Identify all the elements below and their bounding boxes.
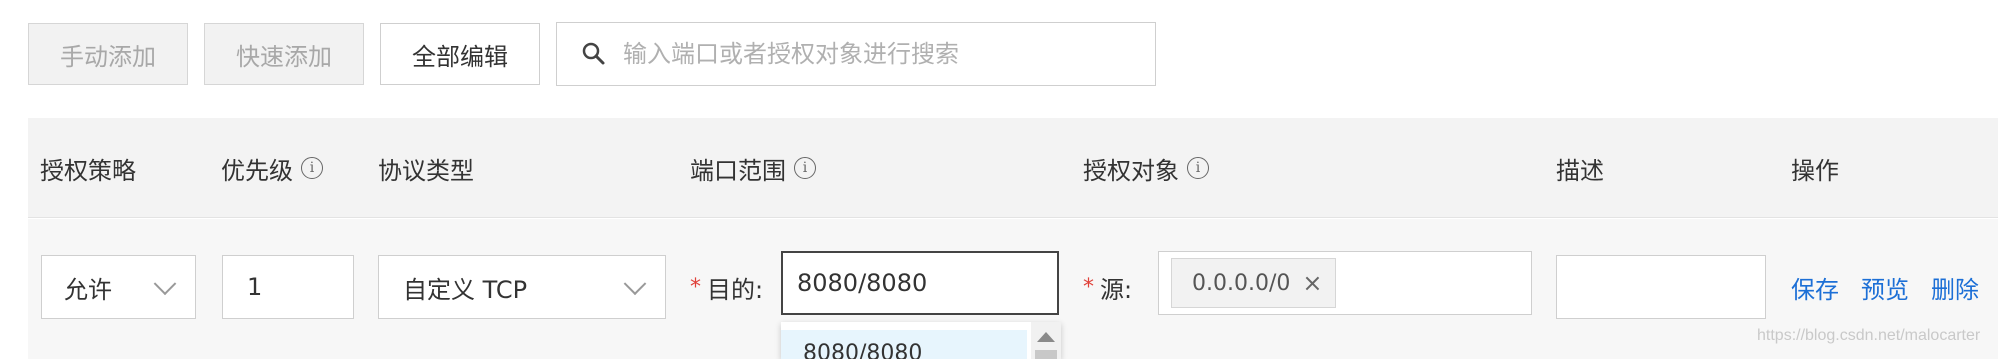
- header-auth-object: 授权对象 i: [1083, 118, 1209, 218]
- info-icon[interactable]: i: [1187, 157, 1209, 179]
- search-box[interactable]: [556, 22, 1156, 86]
- header-actions: 操作: [1791, 156, 1839, 185]
- scroll-thumb[interactable]: [1035, 350, 1057, 359]
- protocol-select[interactable]: 自定义 TCP: [378, 255, 666, 319]
- policy-select[interactable]: 允许: [41, 255, 196, 319]
- preview-link[interactable]: 预览: [1861, 270, 1909, 305]
- autocomplete-option[interactable]: 8080/8080: [781, 330, 1027, 359]
- info-icon[interactable]: i: [301, 157, 323, 179]
- edit-all-button[interactable]: 全部编辑: [380, 23, 540, 85]
- source-label: * 源:: [1083, 274, 1133, 304]
- watermark: https://blog.csdn.net/malocarter: [1757, 327, 1981, 344]
- quick-add-button[interactable]: 快速添加: [204, 23, 364, 85]
- header-policy: 授权策略: [40, 156, 136, 185]
- dropdown-scrollbar[interactable]: [1031, 322, 1061, 359]
- manual-add-button[interactable]: 手动添加: [28, 23, 188, 85]
- header-description: 描述: [1556, 156, 1604, 185]
- search-input[interactable]: [621, 39, 1145, 69]
- priority-input[interactable]: 1: [222, 255, 354, 319]
- save-link[interactable]: 保存: [1791, 270, 1839, 305]
- header-protocol: 协议类型: [378, 156, 474, 185]
- info-icon[interactable]: i: [794, 157, 816, 179]
- dest-label: * 目的:: [690, 274, 764, 304]
- chevron-down-icon: [153, 272, 177, 296]
- close-icon[interactable]: ×: [1302, 269, 1322, 297]
- source-tag-input[interactable]: 0.0.0.0/0 ×: [1158, 251, 1532, 315]
- delete-link[interactable]: 删除: [1931, 270, 1979, 305]
- header-priority: 优先级 i: [221, 118, 323, 218]
- scroll-up-icon[interactable]: [1037, 332, 1055, 342]
- description-input[interactable]: [1556, 255, 1766, 319]
- table-header: [28, 118, 1998, 218]
- row-actions: 保存 预览 删除: [1791, 255, 1979, 319]
- header-port-range: 端口范围 i: [690, 118, 816, 218]
- source-tag: 0.0.0.0/0 ×: [1171, 258, 1336, 308]
- autocomplete-dropdown: 8080/8080: [781, 322, 1061, 359]
- dest-port-input[interactable]: 8080/8080: [781, 251, 1059, 315]
- chevron-down-icon: [623, 272, 647, 296]
- search-icon: [582, 42, 605, 65]
